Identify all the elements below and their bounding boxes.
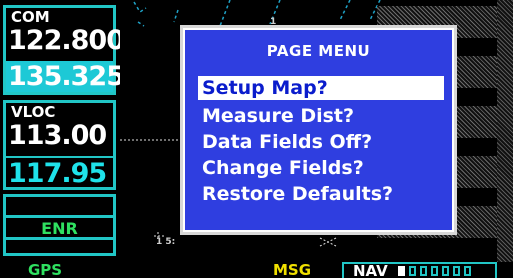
msg-annunciator: MSG [273, 261, 312, 278]
gns-display: COM 122.800 135.325 VLOC 113.00 117.95 E… [0, 0, 513, 278]
com-standby-frequency[interactable]: 135.325 [6, 61, 125, 92]
airspace-boundary-4 [219, 0, 231, 27]
vloc-label: VLOC [11, 103, 56, 121]
cdi-mode-enr: ENR [41, 219, 78, 238]
cdi-separator-bottom [6, 237, 113, 240]
menu-item-change-fields[interactable]: Change Fields? [198, 156, 444, 180]
map-marker-x [319, 237, 337, 247]
menu-item-measure-dist[interactable]: Measure Dist? [198, 104, 444, 128]
page-dot-1 [398, 266, 405, 276]
cdi-separator-top [6, 215, 113, 218]
menu-item-restore-defaults[interactable]: Restore Defaults? [198, 182, 444, 206]
airspace-boundary-1 [133, 1, 147, 14]
com-frequency-window[interactable]: COM 122.800 135.325 [3, 5, 125, 95]
cdi-mode-box: ENR [3, 194, 116, 256]
map-small-label: 1 5: [156, 237, 175, 247]
status-bar: GPS MSG NAV [0, 262, 513, 278]
page-dot-3 [420, 266, 427, 276]
page-menu-title: PAGE MENU [266, 42, 371, 60]
com-active-frequency: 122.800 [8, 25, 125, 56]
com-label: COM [11, 8, 50, 26]
airspace-boundary-6 [339, 0, 351, 21]
menu-item-data-fields-off[interactable]: Data Fields Off? [198, 130, 444, 154]
page-dot-7 [464, 266, 471, 276]
menu-item-setup-map[interactable]: Setup Map? [198, 76, 444, 100]
map-waypoint-tick: 1 [270, 17, 276, 27]
nav-page-group-label: NAV [353, 262, 388, 278]
gps-annunciator: GPS [28, 261, 63, 278]
airspace-boundary-2 [137, 21, 145, 27]
page-group-indicator: NAV [342, 262, 497, 278]
vloc-active-frequency: 113.00 [8, 120, 107, 151]
page-dot-2 [409, 266, 416, 276]
page-dot-4 [431, 266, 438, 276]
vloc-standby-frequency[interactable]: 117.95 [6, 156, 113, 189]
airspace-boundary-3 [173, 9, 179, 23]
page-dot-6 [453, 266, 460, 276]
page-menu[interactable]: PAGE MENU Setup Map? Measure Dist? Data … [183, 28, 454, 232]
page-dot-5 [442, 266, 449, 276]
map-shaded-strip [497, 0, 513, 262]
vloc-frequency-window[interactable]: VLOC 113.00 117.95 [3, 100, 116, 190]
